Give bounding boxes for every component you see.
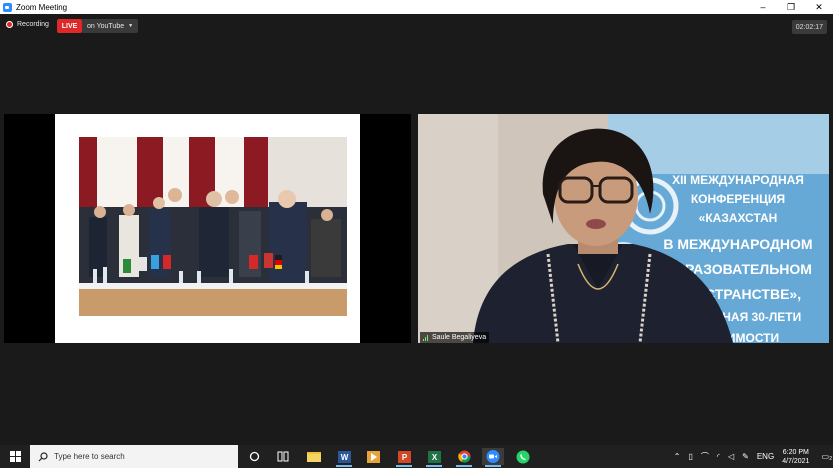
live-stream-dropdown[interactable]: on YouTube ▼: [82, 19, 139, 33]
clock-time: 6:20 PM: [782, 448, 809, 456]
notification-count: 2: [829, 456, 832, 462]
conference-photo: [79, 137, 347, 316]
zoom-icon: [486, 450, 500, 463]
taskbar-chrome[interactable]: [453, 448, 475, 467]
stream-label: on YouTube: [87, 22, 125, 30]
taskbar-zoom[interactable]: [482, 448, 504, 467]
battery-icon[interactable]: ▯: [688, 452, 692, 461]
folder-icon: [307, 452, 321, 462]
windows-taskbar: Type here to search W P X ⌃ ▯ ⌒ ◜ ◁ ✎ EN…: [0, 445, 833, 468]
taskbar-word[interactable]: W: [333, 448, 355, 467]
pen-icon[interactable]: ✎: [742, 452, 749, 461]
svg-text:W: W: [340, 453, 348, 462]
taskbar-media-player[interactable]: [362, 448, 384, 465]
cortana-button[interactable]: [243, 448, 265, 465]
meeting-timer: 02:02:17: [791, 20, 827, 34]
taskbar-whatsapp[interactable]: [512, 448, 534, 465]
search-placeholder: Type here to search: [54, 452, 125, 461]
chevron-up-icon[interactable]: ⌃: [674, 452, 681, 461]
wifi-icon[interactable]: ◜: [717, 452, 720, 461]
recording-label: Recording: [17, 21, 49, 28]
record-icon: [6, 21, 13, 28]
system-tray: ⌃ ▯ ⌒ ◜ ◁ ✎ ENG 6:20 PM 4/7/2021 ▭ 2: [670, 445, 833, 468]
start-button[interactable]: [0, 445, 30, 468]
whatsapp-icon: [516, 450, 530, 463]
minimize-button[interactable]: –: [749, 0, 777, 14]
excel-icon: X: [427, 450, 441, 463]
taskbar-file-explorer[interactable]: [303, 448, 325, 465]
clock-date: 4/7/2021: [782, 457, 810, 465]
taskbar-powerpoint[interactable]: P: [393, 448, 415, 467]
windows-icon: [9, 451, 21, 462]
signal-icon: [423, 334, 429, 341]
participant-name: Saule Begaliyeva: [432, 334, 487, 341]
chrome-icon: [457, 450, 470, 463]
presentation-slide: [55, 114, 360, 343]
language-indicator[interactable]: ENG: [757, 452, 774, 461]
notifications-icon[interactable]: ▭ 2: [821, 452, 832, 462]
participant-video-tile[interactable]: XII МЕЖДУНАРОДНАЯ КОНФЕРЕНЦИЯ «КАЗАХСТАН…: [418, 114, 829, 343]
task-view-button[interactable]: [272, 448, 294, 465]
volume-icon[interactable]: ◁: [728, 452, 734, 461]
network-icon[interactable]: ⌒: [701, 451, 709, 462]
banner-line-3: «КАЗАХСТАН: [699, 211, 778, 225]
participant-name-tag: Saule Begaliyeva: [420, 332, 490, 343]
taskbar-search-box[interactable]: Type here to search: [30, 445, 238, 468]
banner-line-1: XII МЕЖДУНАРОДНАЯ: [672, 173, 804, 187]
zoom-app-icon: [3, 2, 12, 12]
window-title: Zoom Meeting: [16, 2, 68, 12]
banner-line-4: В МЕЖДУНАРОДНОМ: [663, 236, 812, 252]
chevron-down-icon: ▼: [128, 23, 134, 29]
recording-indicator[interactable]: Recording: [6, 21, 49, 28]
search-icon: [38, 451, 48, 461]
task-view-icon: [277, 451, 289, 462]
word-icon: W: [337, 450, 351, 463]
banner-line-2: КОНФЕРЕНЦИЯ: [691, 192, 785, 206]
svg-text:X: X: [431, 453, 437, 462]
svg-text:P: P: [401, 453, 407, 462]
cortana-icon: [249, 451, 259, 462]
powerpoint-icon: P: [397, 450, 411, 463]
taskbar-excel[interactable]: X: [423, 448, 445, 467]
close-button[interactable]: ✕: [805, 0, 833, 14]
taskbar-clock[interactable]: 6:20 PM 4/7/2021: [782, 448, 809, 466]
title-bar: Zoom Meeting – ❐ ✕: [0, 0, 833, 14]
media-player-icon: [366, 450, 380, 463]
maximize-button[interactable]: ❐: [777, 0, 805, 14]
shared-screen-tile[interactable]: [4, 114, 411, 343]
live-badge[interactable]: LIVE: [57, 19, 82, 33]
